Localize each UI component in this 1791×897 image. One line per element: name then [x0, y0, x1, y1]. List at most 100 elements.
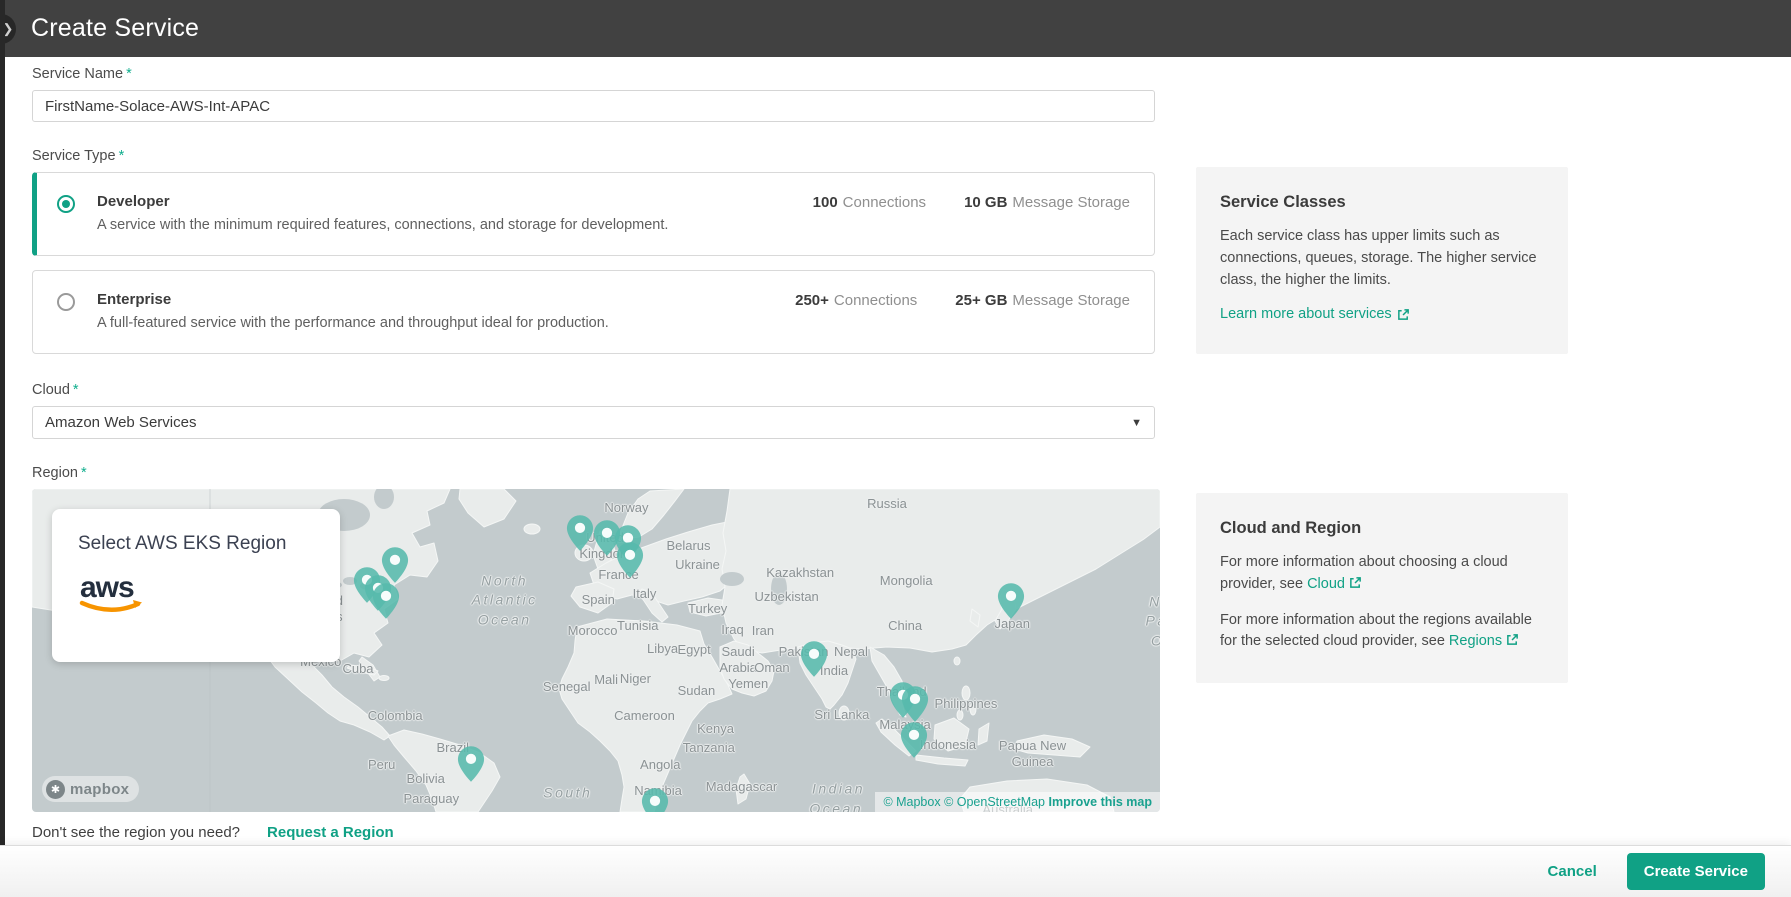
connections-metric: 250+Connections [795, 292, 917, 310]
option-description: A service with the minimum required feat… [97, 217, 668, 233]
region-pin[interactable] [900, 721, 928, 759]
create-service-button[interactable]: Create Service [1627, 853, 1765, 890]
service-name-label: Service Name* [32, 66, 1155, 82]
map-country-label: Egypt [678, 642, 711, 658]
radio-developer-selected[interactable] [57, 195, 75, 213]
map-country-label: Mongolia [880, 573, 933, 589]
region-pin[interactable] [372, 582, 400, 620]
region-label: Region* [32, 465, 1155, 481]
learn-more-services-link[interactable]: Learn more about services [1220, 306, 1410, 322]
mapbox-icon: ✱ [46, 780, 65, 799]
map-country-label: Italy [633, 586, 657, 602]
map-attribution: © Mapbox © OpenStreetMap Improve this ma… [875, 792, 1160, 812]
svg-text:aws: aws [80, 571, 134, 604]
aws-logo: aws [78, 569, 150, 620]
region-map[interactable]: RussiaNorwayUnited KingdomBelarusUkraine… [32, 489, 1160, 812]
map-country-label: Philippines [935, 696, 998, 712]
map-country-label: Sudan [678, 683, 716, 699]
map-country-label: Libya [647, 641, 678, 657]
map-country-label: Oman [754, 660, 789, 676]
map-overlay-title: Select AWS EKS Region [78, 533, 314, 555]
action-footer: Cancel Create Service [0, 845, 1791, 897]
map-ocean-label: N [1149, 593, 1160, 611]
service-name-input[interactable] [32, 90, 1155, 122]
map-country-label: Peru [368, 757, 395, 773]
map-ocean-label: Atlantic [472, 592, 538, 610]
cloud-region-panel: Cloud and Region For more information ab… [1196, 493, 1568, 683]
map-ocean-label: Ocean [478, 611, 532, 629]
map-ocean-label: Pa [1146, 613, 1160, 631]
map-country-label: Spain [582, 592, 615, 608]
radio-enterprise[interactable] [57, 293, 75, 311]
map-ocean-label: South [543, 784, 592, 802]
storage-metric: 10 GBMessage Storage [964, 194, 1130, 212]
required-asterisk: * [126, 66, 132, 82]
map-country-label: Morocco [568, 623, 618, 639]
panel-body: Each service class has upper limits such… [1220, 226, 1544, 291]
cloud-label: Cloud* [32, 382, 1155, 398]
connections-metric: 100Connections [813, 194, 926, 212]
map-country-label: Tunisia [617, 618, 658, 634]
panel-title: Service Classes [1220, 193, 1544, 212]
region-pin[interactable] [566, 514, 594, 552]
regions-doc-link[interactable]: Regions [1449, 633, 1519, 649]
external-link-icon [1397, 308, 1410, 321]
external-link-icon [1349, 576, 1362, 589]
collapsed-sidebar-rail[interactable] [0, 0, 5, 845]
map-country-label: Sri Lanka [814, 707, 869, 723]
mapbox-logo[interactable]: ✱ mapbox [42, 776, 139, 802]
region-pin[interactable] [457, 745, 485, 783]
service-type-option-enterprise[interactable]: Enterprise A full-featured service with … [32, 270, 1155, 354]
map-country-label: Paraguay [403, 791, 459, 807]
region-pin[interactable] [616, 541, 644, 579]
cancel-button[interactable]: Cancel [1548, 863, 1597, 880]
select-caret-icon: ▼ [1131, 417, 1142, 429]
region-pin[interactable] [901, 685, 929, 723]
map-country-label: Kenya [697, 721, 734, 737]
mapbox-attribution-link[interactable]: © Mapbox [883, 795, 940, 809]
map-country-label: Cuba [342, 661, 373, 677]
improve-map-link[interactable]: Improve this map [1049, 795, 1153, 809]
osm-attribution-link[interactable]: © OpenStreetMap [944, 795, 1045, 809]
map-country-label: Yemen [728, 676, 768, 692]
map-country-label: Nepal [834, 644, 868, 660]
map-country-label: Russia [867, 495, 907, 511]
map-country-label: Iraq [721, 621, 743, 637]
map-ocean-label: O [1151, 632, 1160, 650]
map-ocean-label: Indian [812, 780, 865, 798]
help-sidebar: Service Classes Each service class has u… [1196, 66, 1568, 841]
map-country-label: Norway [604, 500, 648, 516]
region-pin[interactable] [800, 640, 828, 678]
map-country-label: Cameroon [614, 708, 675, 724]
map-ocean-label: North [481, 572, 528, 590]
request-region-link[interactable]: Request a Region [267, 824, 394, 841]
service-name-field: Service Name* [32, 66, 1155, 122]
storage-metric: 25+ GBMessage Storage [955, 292, 1130, 310]
cloud-select[interactable]: Amazon Web Services ▼ [32, 406, 1155, 439]
service-type-option-developer[interactable]: Developer A service with the minimum req… [32, 172, 1155, 256]
page-header: ❯ Create Service [0, 0, 1791, 57]
map-country-label: Belarus [666, 537, 710, 553]
map-country-label: Papua New Guinea [999, 738, 1066, 771]
region-field: Region* [32, 465, 1155, 841]
option-description: A full-featured service with the perform… [97, 315, 609, 331]
map-country-label: Angola [640, 757, 680, 773]
region-pin[interactable] [641, 787, 669, 812]
option-metrics: 250+Connections 25+ GBMessage Storage [795, 292, 1130, 310]
service-classes-panel: Service Classes Each service class has u… [1196, 167, 1568, 354]
panel-body: For more information about the regions a… [1220, 610, 1544, 654]
map-country-label: Ukraine [675, 557, 720, 573]
cloud-field: Cloud* Amazon Web Services ▼ [32, 382, 1155, 439]
map-country-label: Indonesia [920, 737, 976, 753]
map-country-label: Uzbekistan [754, 589, 818, 605]
panel-body: For more information about choosing a cl… [1220, 552, 1544, 596]
map-country-label: Colombia [368, 708, 423, 724]
external-link-icon [1506, 633, 1519, 646]
service-type-field: Service Type* Developer A service with t… [32, 148, 1155, 354]
map-country-label: Turkey [688, 600, 727, 616]
required-asterisk: * [81, 465, 87, 481]
create-service-form: Service Name* Service Type* Developer A … [0, 57, 1791, 841]
cloud-doc-link[interactable]: Cloud [1307, 576, 1362, 592]
region-pin[interactable] [997, 582, 1025, 620]
map-country-label: China [888, 618, 922, 634]
